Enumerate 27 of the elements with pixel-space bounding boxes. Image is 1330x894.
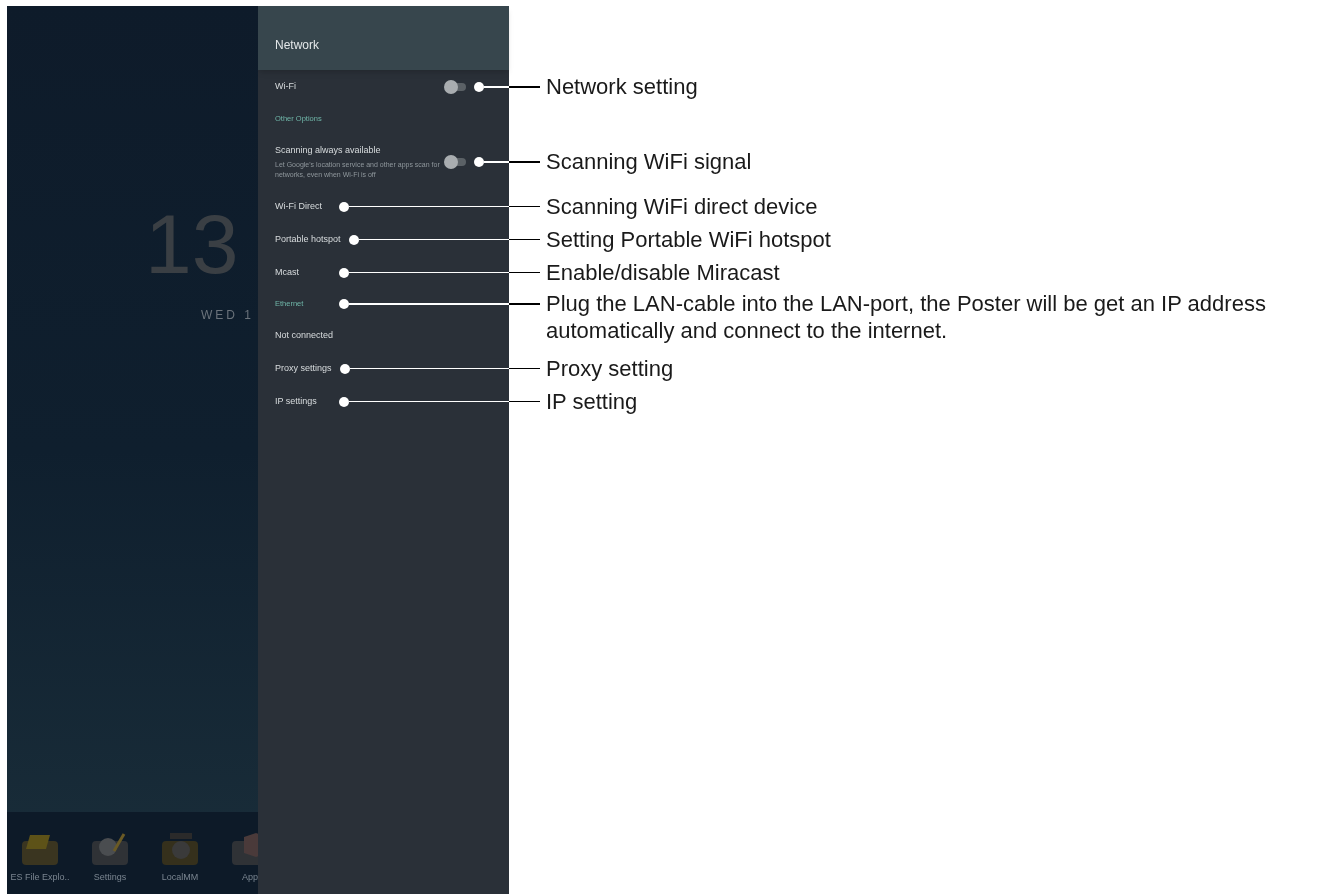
app-label: Settings: [93, 870, 127, 884]
setting-label: Scanning always available: [275, 143, 382, 157]
date: WED 1: [201, 307, 254, 324]
app-label: LocalMM: [161, 870, 199, 884]
annotation-text: Enable/disable Miracast: [546, 258, 781, 286]
setting-item[interactable]: Proxy settings: [275, 361, 332, 376]
toggle-switch[interactable]: [444, 155, 468, 169]
annotation-text: Scanning WiFi direct device: [546, 192, 819, 220]
app-label: ES File Explo..: [10, 870, 70, 884]
leader-line: [474, 157, 540, 167]
panel-title: Network: [275, 37, 319, 54]
setting-item[interactable]: Wi-Fi Direct: [275, 199, 331, 214]
annotation-text: IP setting: [546, 387, 639, 415]
annotation-text: Setting Portable WiFi hotspot: [546, 225, 832, 253]
annotation-text: Network setting: [546, 73, 699, 100]
toggle-switch[interactable]: [444, 80, 468, 94]
setting-label: Wi-Fi: [275, 80, 297, 94]
annotation-text: Scanning WiFi signal: [546, 148, 753, 175]
annotation-text: Proxy setting: [546, 354, 675, 382]
setting-item[interactable]: Mcast: [275, 265, 331, 280]
setting-item[interactable]: Not connected: [275, 328, 334, 343]
setting-item[interactable]: IP settings: [275, 394, 331, 409]
app-label: App: [242, 870, 258, 884]
leader-line: [474, 82, 540, 92]
annotation-text: Plug the LAN-cable into the LAN-port, the Poster will be get an IP address automatically and connect to the internet.: [546, 290, 1267, 344]
film-reel-icon[interactable]: [160, 830, 200, 867]
setting-item[interactable]: Portable hotspot: [275, 232, 341, 247]
